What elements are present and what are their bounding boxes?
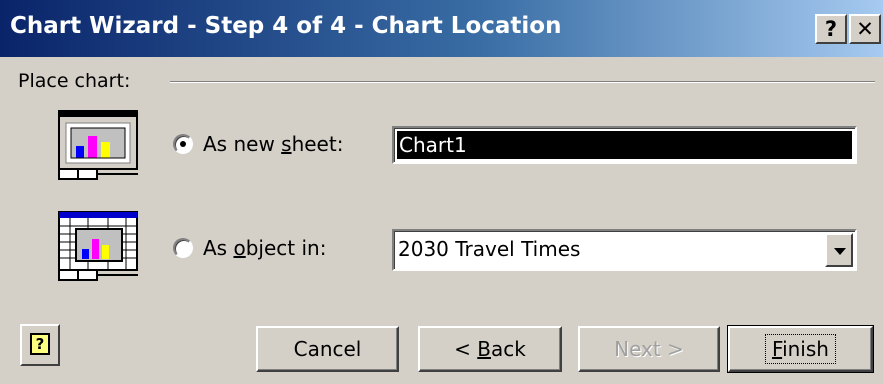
place-chart-label: Place chart: [18,70,139,92]
back-button[interactable]: < Back [418,326,562,372]
new-sheet-name-input[interactable]: Chart1 [392,126,857,164]
object-sheet-value: 2030 Travel Times [398,237,581,261]
as-object-radio[interactable] [173,238,193,258]
object-sheet-select[interactable]: 2030 Travel Times [392,229,857,271]
as-new-sheet-radio[interactable] [173,134,193,154]
as-new-sheet-label[interactable]: As new sheet: [203,132,343,156]
group-divider [170,81,875,83]
chart-wizard-dialog: Chart Wizard - Step 4 of 4 - Chart Locat… [0,0,883,384]
finish-button[interactable]: Finish [727,325,874,373]
finish-label: Finish [765,334,836,364]
chart-sheet-icon [58,110,138,180]
as-object-label[interactable]: As object in: [203,236,326,260]
title-help-button[interactable]: ? [815,14,847,44]
help-button[interactable]: ? [20,324,60,366]
cancel-button[interactable]: Cancel [256,326,399,372]
window-title: Chart Wizard - Step 4 of 4 - Chart Locat… [10,13,562,39]
as-new-sheet-option[interactable]: As new sheet: [173,132,343,156]
dropdown-button[interactable] [825,233,853,267]
back-label: < Back [454,337,526,361]
help-icon: ? [30,333,50,355]
as-object-option[interactable]: As object in: [173,236,326,260]
close-button[interactable]: ✕ [849,14,881,44]
new-sheet-name-value: Chart1 [397,131,852,159]
embedded-chart-icon [58,211,138,281]
close-icon: ✕ [856,17,874,41]
title-bar[interactable]: Chart Wizard - Step 4 of 4 - Chart Locat… [0,0,883,57]
next-button[interactable]: Next > [578,326,720,372]
